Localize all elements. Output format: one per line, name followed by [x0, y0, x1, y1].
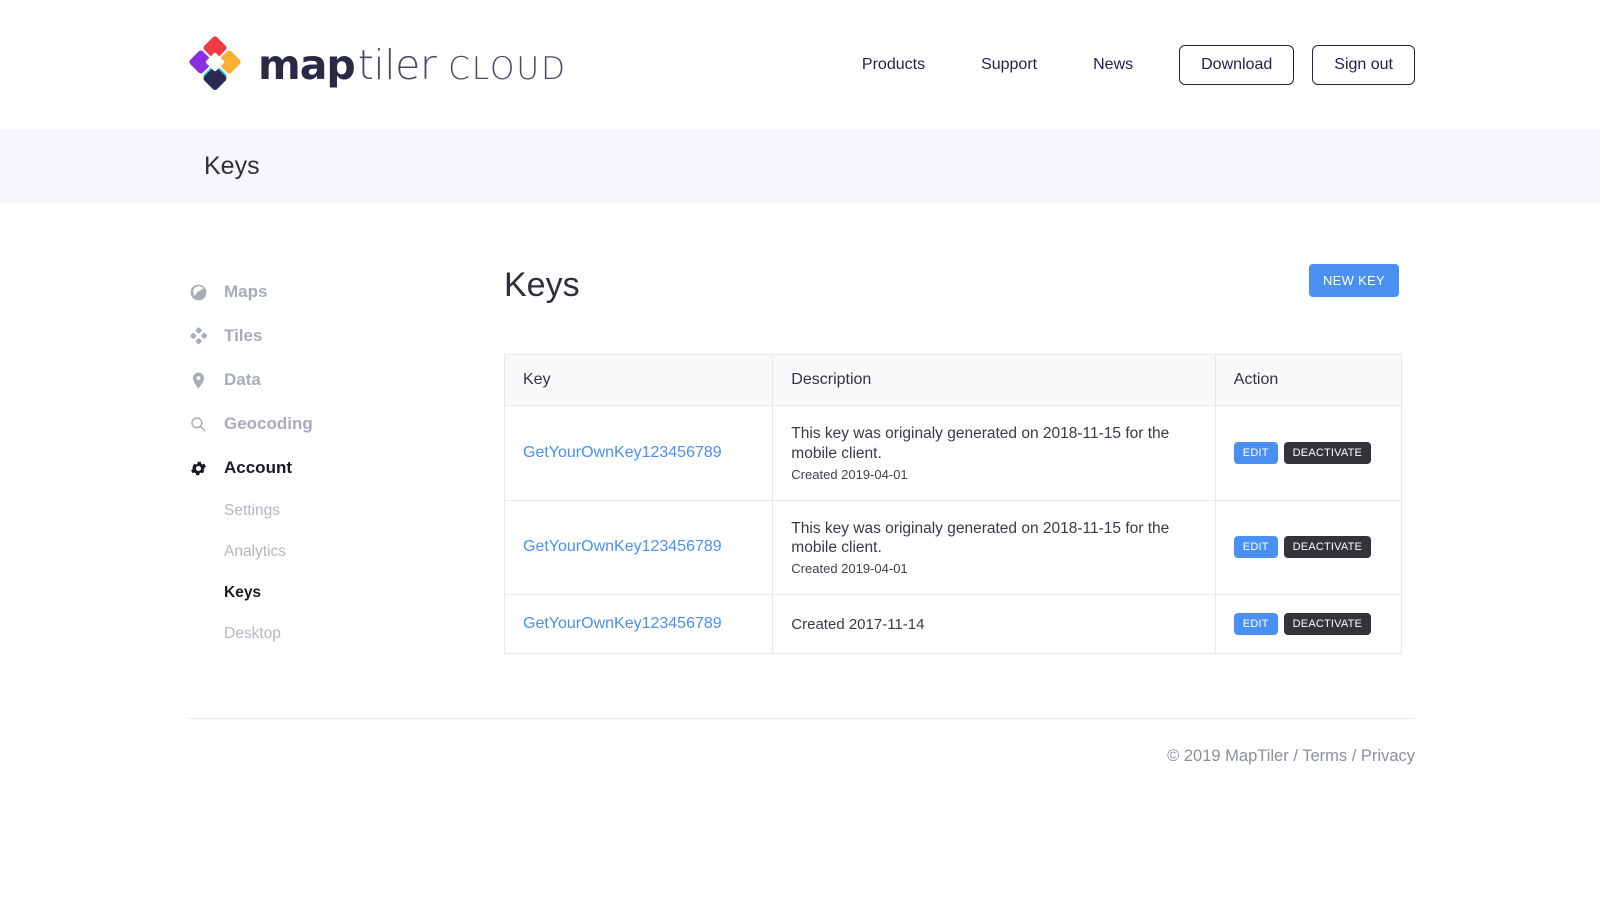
sidebar-item-label-tiles: Tiles [224, 326, 262, 346]
maptiler-diamond-logo-icon [188, 35, 242, 95]
sidebar-subitem-keys[interactable]: Keys [188, 572, 488, 613]
footer-text: © 2019 MapTiler / Terms / Privacy [188, 719, 1415, 766]
globe-icon [188, 282, 208, 302]
cell-description: This key was originaly generated on 2018… [773, 500, 1215, 595]
sidebar-item-maps[interactable]: Maps [188, 270, 488, 314]
table-header-row: Key Description Action [505, 355, 1402, 406]
new-key-button[interactable]: NEW KEY [1309, 264, 1399, 297]
edit-button[interactable]: EDIT [1234, 613, 1278, 635]
table-row: GetYourOwnKey123456789 This key was orig… [505, 406, 1402, 501]
created-text: Created 2017-11-14 [791, 616, 1196, 633]
sidebar-item-account[interactable]: Account [188, 446, 488, 490]
sidebar-subitem-analytics[interactable]: Analytics [188, 531, 488, 572]
brand-map-text: map [258, 41, 355, 89]
cell-description: Created 2017-11-14 [773, 595, 1215, 654]
column-header-description: Description [773, 355, 1215, 406]
deactivate-button[interactable]: DEACTIVATE [1284, 442, 1371, 464]
created-text: Created 2019-04-01 [791, 467, 1196, 482]
edit-button[interactable]: EDIT [1234, 536, 1278, 558]
description-text: This key was originaly generated on 2018… [791, 519, 1196, 559]
top-navigation: Products Support News Download Sign out [834, 45, 1415, 85]
brand-tiler-text: tiler [358, 41, 436, 89]
key-link[interactable]: GetYourOwnKey123456789 [523, 615, 722, 632]
cell-action: EDIT DEACTIVATE [1215, 406, 1401, 501]
sidebar-item-label-data: Data [224, 370, 261, 390]
gear-icon [188, 458, 208, 478]
created-text: Created 2019-04-01 [791, 561, 1196, 576]
keys-table: Key Description Action GetYourOwnKey1234… [504, 354, 1402, 654]
footer-privacy-link[interactable]: Privacy [1361, 747, 1415, 765]
nav-support[interactable]: Support [953, 56, 1065, 74]
sidebar: Maps Tiles Data [188, 264, 488, 654]
cell-key: GetYourOwnKey123456789 [505, 406, 773, 501]
footer-terms-link[interactable]: Terms [1302, 747, 1347, 765]
sidebar-item-geocoding[interactable]: Geocoding [188, 402, 488, 446]
column-header-key: Key [505, 355, 773, 406]
cell-key: GetYourOwnKey123456789 [505, 595, 773, 654]
brand-logo[interactable]: maptiler CLOUD [188, 35, 567, 95]
nav-products[interactable]: Products [834, 56, 953, 74]
download-button[interactable]: Download [1179, 45, 1294, 85]
top-header: maptiler CLOUD Products Support News Dow… [0, 0, 1600, 130]
cell-action: EDIT DEACTIVATE [1215, 500, 1401, 595]
main-content: Keys NEW KEY Key Description Action GetY… [488, 264, 1415, 654]
key-link[interactable]: GetYourOwnKey123456789 [523, 538, 722, 555]
footer-separator-2: / [1352, 747, 1357, 765]
sidebar-subitem-settings[interactable]: Settings [188, 490, 488, 531]
cell-key: GetYourOwnKey123456789 [505, 500, 773, 595]
edit-button[interactable]: EDIT [1234, 442, 1278, 464]
sign-out-button[interactable]: Sign out [1312, 45, 1415, 85]
map-pin-icon [188, 370, 208, 390]
column-header-action: Action [1215, 355, 1401, 406]
footer-separator-1: / [1293, 747, 1298, 765]
page-title-bar: Keys [0, 130, 1600, 202]
nav-news[interactable]: News [1065, 56, 1161, 74]
search-icon [188, 414, 208, 434]
keys-table-body: GetYourOwnKey123456789 This key was orig… [505, 406, 1402, 654]
table-row: GetYourOwnKey123456789 Created 2017-11-1… [505, 595, 1402, 654]
tiles-diamond-icon [188, 326, 208, 346]
brand-cloud-text: CLOUD [448, 51, 567, 87]
sidebar-item-tiles[interactable]: Tiles [188, 314, 488, 358]
sidebar-subitem-desktop[interactable]: Desktop [188, 613, 488, 654]
deactivate-button[interactable]: DEACTIVATE [1284, 613, 1371, 635]
footer-copyright: © 2019 MapTiler [1167, 747, 1289, 765]
page-body: Maps Tiles Data [0, 202, 1600, 654]
footer: © 2019 MapTiler / Terms / Privacy [0, 718, 1600, 766]
sidebar-item-data[interactable]: Data [188, 358, 488, 402]
keys-table-head: Key Description Action [505, 355, 1402, 406]
description-text: This key was originaly generated on 2018… [791, 424, 1196, 464]
sidebar-item-label-account: Account [224, 458, 292, 478]
main-heading: Keys [504, 264, 580, 302]
table-row: GetYourOwnKey123456789 This key was orig… [505, 500, 1402, 595]
sidebar-item-label-geocoding: Geocoding [224, 414, 313, 434]
main-header: Keys NEW KEY [504, 264, 1415, 302]
cell-action: EDIT DEACTIVATE [1215, 595, 1401, 654]
deactivate-button[interactable]: DEACTIVATE [1284, 536, 1371, 558]
sidebar-item-label-maps: Maps [224, 282, 267, 302]
page-title: Keys [204, 152, 260, 181]
key-link[interactable]: GetYourOwnKey123456789 [523, 444, 722, 461]
brand-wordmark: maptiler CLOUD [258, 41, 567, 89]
cell-description: This key was originaly generated on 2018… [773, 406, 1215, 501]
